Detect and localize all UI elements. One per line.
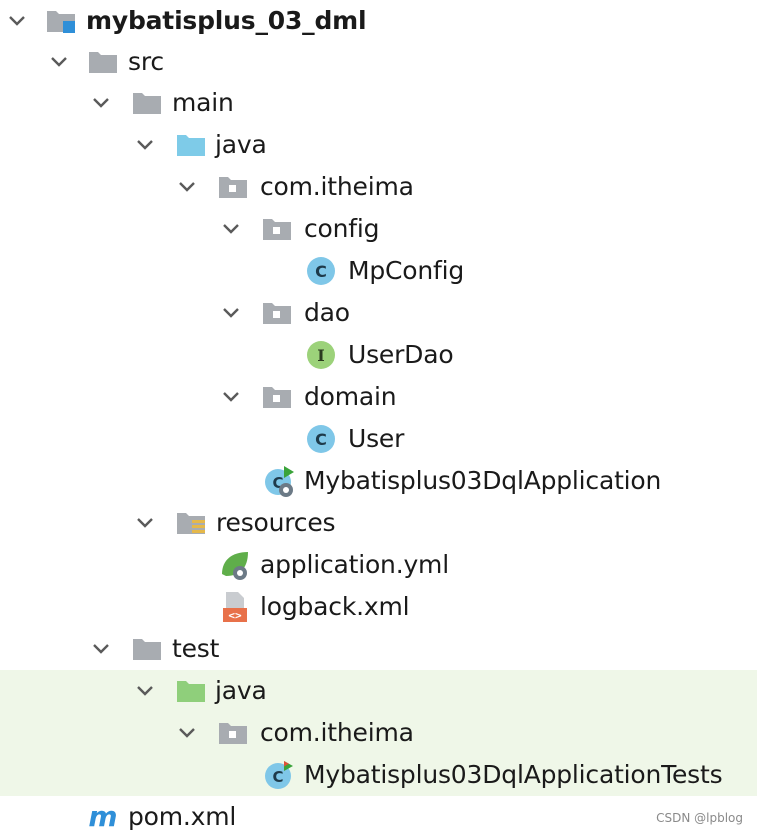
tree-node-domain[interactable]: domain: [0, 376, 757, 418]
tree-node-java-test[interactable]: java: [0, 670, 757, 712]
tree-node-pom-xml[interactable]: m pom.xml: [0, 796, 757, 838]
tree-node-application[interactable]: C Mybatisplus03DqlApplication: [0, 460, 757, 502]
tree-node-java-main[interactable]: java: [0, 124, 757, 166]
folder-icon: [133, 93, 161, 114]
chevron-down-icon[interactable]: [4, 8, 30, 34]
tree-node-userdao[interactable]: I UserDao: [0, 334, 757, 376]
tree-node-label: com.itheima: [260, 172, 414, 201]
tree-node-src[interactable]: src: [0, 41, 757, 83]
tree-node-label: domain: [304, 382, 397, 411]
svg-text:C: C: [315, 262, 327, 281]
chevron-down-icon[interactable]: [46, 49, 72, 75]
tree-node-logback-xml[interactable]: <> logback.xml: [0, 586, 757, 628]
tree-node-label: resources: [216, 508, 336, 537]
test-class-icon: C: [265, 761, 293, 789]
spring-boot-app-icon: C: [265, 466, 294, 497]
watermark: CSDN @lpblog: [656, 811, 743, 825]
chevron-down-icon[interactable]: [218, 216, 244, 242]
chevron-down-icon[interactable]: [132, 678, 158, 704]
tree-node-label: mybatisplus_03_dml: [86, 6, 367, 35]
tree-node-label: com.itheima: [260, 718, 414, 747]
tree-node-label: main: [172, 88, 234, 117]
package-icon: [263, 387, 291, 408]
folder-icon: [133, 639, 161, 660]
chevron-down-icon[interactable]: [132, 132, 158, 158]
tree-node-mpconfig[interactable]: C MpConfig: [0, 250, 757, 292]
tree-node-project-root[interactable]: mybatisplus_03_dml: [0, 0, 757, 42]
test-root-folder-icon: [177, 681, 205, 702]
svg-text:<>: <>: [228, 609, 242, 622]
tree-node-user[interactable]: C User: [0, 418, 757, 460]
package-icon: [263, 219, 291, 240]
tree-node-label: logback.xml: [260, 592, 410, 621]
tree-node-label: Mybatisplus03DqlApplicationTests: [304, 760, 723, 789]
chevron-down-icon[interactable]: [88, 636, 114, 662]
class-icon: C: [307, 257, 335, 285]
tree-node-label: Mybatisplus03DqlApplication: [304, 466, 662, 495]
resources-folder-icon: [177, 513, 205, 534]
chevron-down-icon[interactable]: [218, 300, 244, 326]
maven-icon: m: [88, 800, 117, 833]
spring-config-icon: [222, 552, 248, 580]
tree-node-label: MpConfig: [348, 256, 465, 285]
tree-node-config[interactable]: config: [0, 208, 757, 250]
svg-text:I: I: [317, 346, 324, 365]
tree-node-label: java: [215, 130, 267, 159]
tree-node-label: UserDao: [348, 340, 454, 369]
tree-node-label: java: [215, 676, 267, 705]
tree-node-dao[interactable]: dao: [0, 292, 757, 334]
tree-node-resources[interactable]: resources: [0, 502, 757, 544]
source-root-folder-icon: [177, 135, 205, 156]
chevron-down-icon[interactable]: [174, 720, 200, 746]
tree-node-main[interactable]: main: [0, 82, 757, 124]
tree-node-label: User: [348, 424, 405, 453]
chevron-down-icon[interactable]: [174, 174, 200, 200]
interface-icon: I: [307, 341, 335, 369]
class-icon: C: [307, 425, 335, 453]
tree-node-application-yml[interactable]: application.yml: [0, 544, 757, 586]
module-icon: [47, 11, 75, 33]
tree-node-label: test: [172, 634, 220, 663]
chevron-down-icon[interactable]: [218, 384, 244, 410]
svg-text:C: C: [315, 430, 327, 449]
tree-node-label: application.yml: [260, 550, 449, 579]
package-icon: [263, 303, 291, 324]
svg-text:C: C: [272, 768, 283, 786]
package-icon: [219, 723, 247, 744]
tree-node-test[interactable]: test: [0, 628, 757, 670]
tree-node-label: src: [128, 47, 164, 76]
chevron-down-icon[interactable]: [132, 510, 158, 536]
tree-node-label: dao: [304, 298, 350, 327]
xml-file-icon: <>: [223, 592, 247, 622]
folder-icon: [89, 52, 117, 73]
tree-node-package-test[interactable]: com.itheima: [0, 712, 757, 754]
tree-node-label: config: [304, 214, 380, 243]
tree-node-label: pom.xml: [128, 802, 237, 831]
chevron-down-icon[interactable]: [88, 90, 114, 116]
tree-node-application-tests[interactable]: C Mybatisplus03DqlApplicationTests: [0, 754, 757, 796]
tree-node-package-main[interactable]: com.itheima: [0, 166, 757, 208]
svg-text:m: m: [88, 800, 117, 833]
package-icon: [219, 177, 247, 198]
